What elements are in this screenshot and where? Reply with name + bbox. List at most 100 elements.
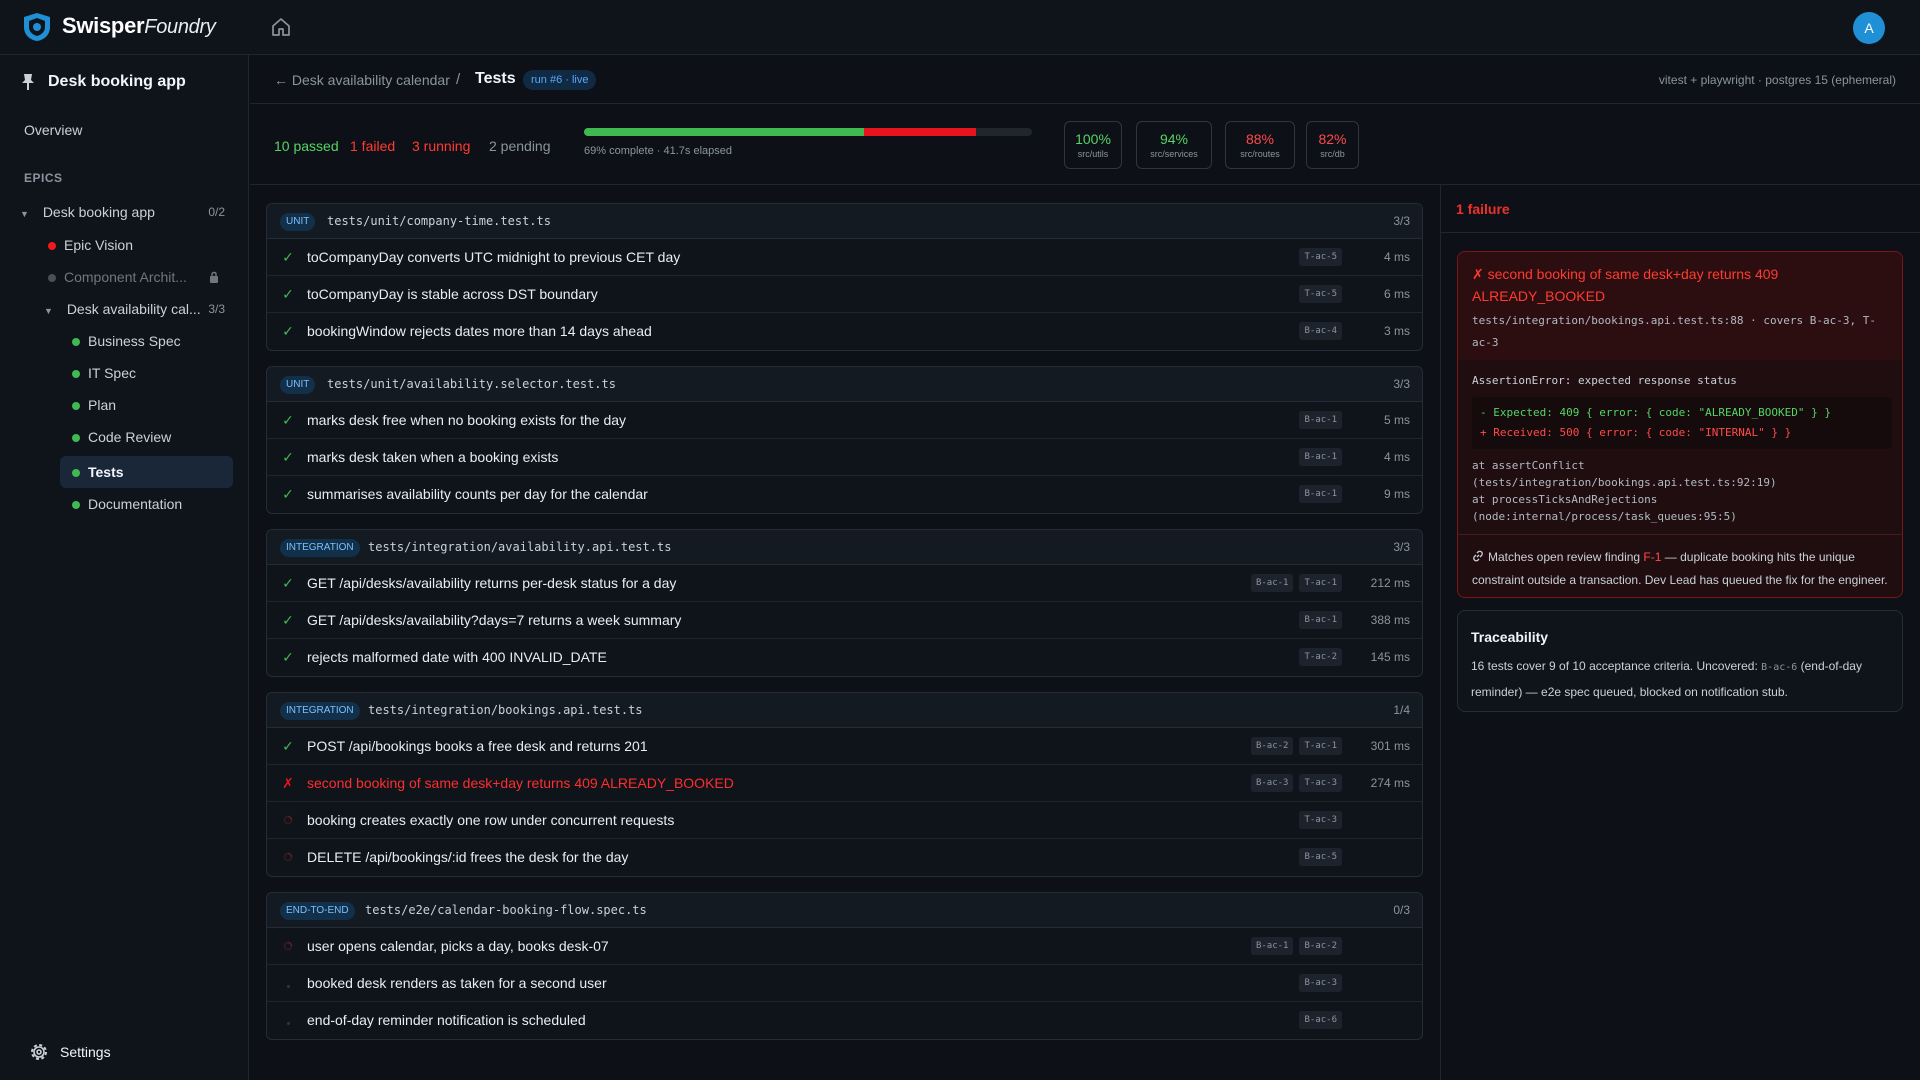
coverage-pct: 100%	[1075, 131, 1111, 147]
test-name: booking creates exactly one row under co…	[307, 812, 675, 828]
coverage-badge-db[interactable]: 82% src/db	[1306, 121, 1359, 169]
criterion-tag[interactable]: T-ac-1	[1299, 737, 1342, 755]
sidebar-item-tests[interactable]: Tests	[72, 460, 124, 484]
sidebar-item-it-spec[interactable]: IT Spec	[72, 361, 136, 385]
criterion-tag[interactable]: B-ac-1	[1250, 937, 1294, 955]
uncovered-criterion: B-ac-6	[1761, 662, 1798, 673]
test-type-badge: END-TO-END	[280, 902, 355, 920]
criterion-tag[interactable]: B-ac-3	[1299, 974, 1342, 992]
coverage-badge-routes[interactable]: 88% src/routes	[1225, 121, 1295, 169]
criterion-tag[interactable]: B-ac-5	[1299, 848, 1342, 866]
criterion-tag[interactable]: B-ac-1	[1299, 611, 1342, 629]
test-type-badge: INTEGRATION	[280, 702, 360, 720]
test-file-path[interactable]: tests/e2e/calendar-booking-flow.spec.ts	[365, 903, 647, 917]
test-group-header[interactable]: INTEGRATION tests/integration/availabilit…	[267, 530, 1422, 565]
criteria-tags: B-ac-4	[1299, 322, 1342, 340]
test-row[interactable]: ✓ rejects malformed date with 400 INVALID…	[267, 639, 1422, 676]
test-group-header[interactable]: UNIT tests/unit/availability.selector.tes…	[267, 367, 1422, 402]
project-title: Desk booking app	[20, 73, 186, 91]
criteria-tags: B-ac-1 T-ac-1	[1250, 574, 1342, 592]
test-group-count: 3/3	[1393, 540, 1410, 554]
sidebar-epic-group[interactable]: ▼ Desk booking app 0/2	[20, 200, 249, 224]
criterion-tag[interactable]: B-ac-2	[1250, 737, 1294, 755]
test-type-badge: INTEGRATION	[280, 539, 360, 557]
criterion-tag[interactable]: B-ac-1	[1250, 574, 1294, 592]
test-row[interactable]: ✓ bookingWindow rejects dates more than 1…	[267, 313, 1422, 350]
test-name: summarises availability counts per day f…	[307, 486, 648, 502]
test-duration: 3 ms	[1383, 324, 1410, 338]
criterion-tag[interactable]: T-ac-2	[1299, 648, 1342, 666]
test-row[interactable]: booking creates exactly one row under co…	[267, 802, 1422, 839]
test-file-path[interactable]: tests/unit/availability.selector.test.ts	[327, 377, 616, 391]
test-group-header[interactable]: END-TO-END tests/e2e/calendar-booking-flo…	[267, 893, 1422, 928]
test-row[interactable]: ✓ marks desk taken when a booking exists B…	[267, 439, 1422, 476]
failure-location[interactable]: tests/integration/bookings.api.test.ts:8…	[1472, 310, 1892, 354]
criterion-tag[interactable]: B-ac-6	[1299, 1011, 1342, 1029]
test-row[interactable]: end-of-day reminder notification is sche…	[267, 1002, 1422, 1039]
criteria-tags: B-ac-1	[1299, 411, 1342, 429]
settings-button[interactable]: Settings	[28, 1041, 111, 1063]
test-file-path[interactable]: tests/integration/bookings.api.test.ts	[368, 703, 643, 717]
test-file-path[interactable]: tests/unit/company-time.test.ts	[327, 214, 551, 228]
criteria-tags: T-ac-5	[1299, 285, 1342, 303]
home-icon[interactable]	[270, 16, 292, 38]
sidebar-item-code-review[interactable]: Code Review	[72, 425, 171, 449]
test-row[interactable]: ✗ second booking of same desk+day returns…	[267, 765, 1422, 802]
sidebar-item-documentation[interactable]: Documentation	[72, 492, 182, 516]
criterion-tag[interactable]: T-ac-3	[1299, 811, 1342, 829]
pass-check-icon: ✓	[282, 323, 294, 339]
logo-shield-icon[interactable]	[23, 12, 51, 42]
criterion-tag[interactable]: T-ac-5	[1299, 248, 1342, 266]
coverage-badge-utils[interactable]: 100% src/utils	[1064, 121, 1122, 169]
breadcrumb-back-link[interactable]: ← Desk availability calendar	[274, 72, 450, 88]
test-row[interactable]: ✓ POST /api/bookings books a free desk an…	[267, 728, 1422, 765]
test-row[interactable]: ✓ GET /api/desks/availability?days=7 retu…	[267, 602, 1422, 639]
sidebar-item-label: Tests	[88, 464, 124, 480]
app-brand[interactable]: SwisperFoundry	[62, 13, 216, 39]
criteria-tags: B-ac-6	[1299, 1011, 1342, 1029]
sidebar-item-component-architecture[interactable]: Component Archit...	[48, 265, 249, 289]
sidebar-item-business-spec[interactable]: Business Spec	[72, 329, 181, 353]
test-row[interactable]: ✓ summarises availability counts per day …	[267, 476, 1422, 513]
test-row[interactable]: DELETE /api/bookings/:id frees the desk …	[267, 839, 1422, 876]
test-duration: 274 ms	[1370, 776, 1410, 790]
sidebar-item-epic-vision[interactable]: Epic Vision	[48, 233, 133, 257]
criterion-tag[interactable]: B-ac-4	[1299, 322, 1342, 340]
sidebar-item-plan[interactable]: Plan	[72, 393, 116, 417]
coverage-badge-services[interactable]: 94% src/services	[1136, 121, 1212, 169]
test-row[interactable]: ✓ marks desk free when no booking exists …	[267, 402, 1422, 439]
pass-check-icon: ✓	[282, 449, 294, 465]
user-avatar[interactable]: A	[1853, 12, 1885, 44]
sidebar-item-overview[interactable]: Overview	[24, 122, 82, 138]
run-status-badge: run #6 · live	[523, 70, 597, 90]
failures-heading: 1 failure	[1456, 201, 1510, 217]
criterion-tag[interactable]: B-ac-1	[1299, 485, 1342, 503]
failure-card[interactable]: ✗ second booking of same desk+day return…	[1457, 251, 1903, 598]
test-row[interactable]: user opens calendar, picks a day, books …	[267, 928, 1422, 965]
coverage-label: src/services	[1150, 149, 1198, 159]
test-group-header[interactable]: INTEGRATION tests/integration/bookings.ap…	[267, 693, 1422, 728]
test-row[interactable]: ✓ toCompanyDay converts UTC midnight to p…	[267, 239, 1422, 276]
progress-fail-fill	[864, 128, 976, 136]
test-name: POST /api/bookings books a free desk and…	[307, 738, 648, 754]
test-duration: 5 ms	[1383, 413, 1410, 427]
criterion-tag[interactable]: B-ac-3	[1250, 774, 1294, 792]
criterion-tag[interactable]: B-ac-2	[1299, 937, 1342, 955]
test-row[interactable]: ✓ toCompanyDay is stable across DST bound…	[267, 276, 1422, 313]
sidebar-feature-group[interactable]: ▼ Desk availability cal... 3/3	[44, 297, 249, 321]
criterion-tag[interactable]: T-ac-1	[1299, 574, 1342, 592]
criterion-tag[interactable]: B-ac-1	[1299, 448, 1342, 466]
criterion-tag[interactable]: B-ac-1	[1299, 411, 1342, 429]
gear-icon	[31, 1044, 47, 1060]
test-name: rejects malformed date with 400 INVALID_…	[307, 649, 607, 665]
test-row[interactable]: ✓ GET /api/desks/availability returns per…	[267, 565, 1422, 602]
breadcrumb: ← Desk availability calendar / Tests run…	[250, 55, 1920, 104]
criterion-tag[interactable]: T-ac-3	[1299, 774, 1342, 792]
test-row[interactable]: booked desk renders as taken for a secon…	[267, 965, 1422, 1002]
finding-link[interactable]: F-1	[1643, 550, 1661, 564]
criterion-tag[interactable]: T-ac-5	[1299, 285, 1342, 303]
passed-count: 10 passed	[274, 138, 339, 154]
test-group-header[interactable]: UNIT tests/unit/company-time.test.ts 3/3	[267, 204, 1422, 239]
test-file-path[interactable]: tests/integration/availability.api.test.…	[368, 540, 671, 554]
caret-down-icon: ▼	[20, 209, 29, 219]
